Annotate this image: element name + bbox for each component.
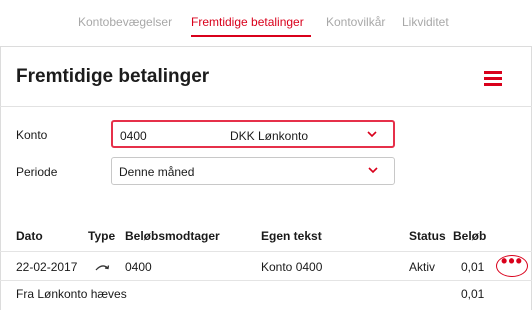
tab-likviditet[interactable]: Likviditet	[402, 15, 449, 29]
tab-fremtidige-betalinger[interactable]: Fremtidige betalinger	[191, 15, 304, 29]
column-header-status: Status	[409, 229, 446, 243]
row-divider	[0, 280, 532, 281]
chevron-down-icon	[368, 167, 378, 174]
column-header-type: Type	[88, 229, 116, 243]
more-options-dots: •••	[501, 251, 523, 271]
chevron-down-icon	[367, 131, 377, 138]
account-name: DKK Lønkonto	[230, 129, 309, 143]
column-header-recipient: Beløbsmodtager	[125, 229, 220, 243]
tab-bar: Kontobevægelser Fremtidige betalinger Ko…	[0, 0, 532, 42]
recurring-transfer-icon	[95, 265, 110, 271]
more-options-icon[interactable]: •••	[496, 251, 528, 277]
row-own-text: Konto 0400	[261, 260, 323, 274]
tab-kontovilkaar[interactable]: Kontovilkår	[326, 15, 385, 29]
row-date: 22-02-2017	[16, 260, 78, 274]
row-status: Aktiv	[409, 260, 436, 274]
period-value: Denne måned	[119, 165, 195, 179]
header-row-divider	[0, 251, 532, 252]
column-header-date: Dato	[16, 229, 43, 243]
account-label: Konto	[16, 128, 48, 142]
period-select[interactable]: Denne måned	[111, 157, 395, 185]
header-divider	[0, 106, 532, 107]
tab-kontobevaegelser[interactable]: Kontobevægelser	[78, 15, 172, 29]
column-header-amount: Beløb	[453, 229, 487, 243]
summary-amount: 0,01	[461, 287, 485, 301]
hamburger-menu-icon[interactable]	[484, 70, 504, 87]
period-label: Periode	[16, 165, 58, 179]
row-amount: 0,01	[461, 260, 485, 274]
row-recipient: 0400	[125, 260, 152, 274]
summary-label: Fra Lønkonto hæves	[16, 287, 127, 301]
column-header-own-text: Egen tekst	[261, 229, 322, 243]
account-select[interactable]: 0400 DKK Lønkonto	[111, 120, 395, 148]
account-number: 0400	[120, 129, 147, 143]
active-tab-indicator	[191, 35, 311, 37]
page-title: Fremtidige betalinger	[16, 66, 210, 87]
